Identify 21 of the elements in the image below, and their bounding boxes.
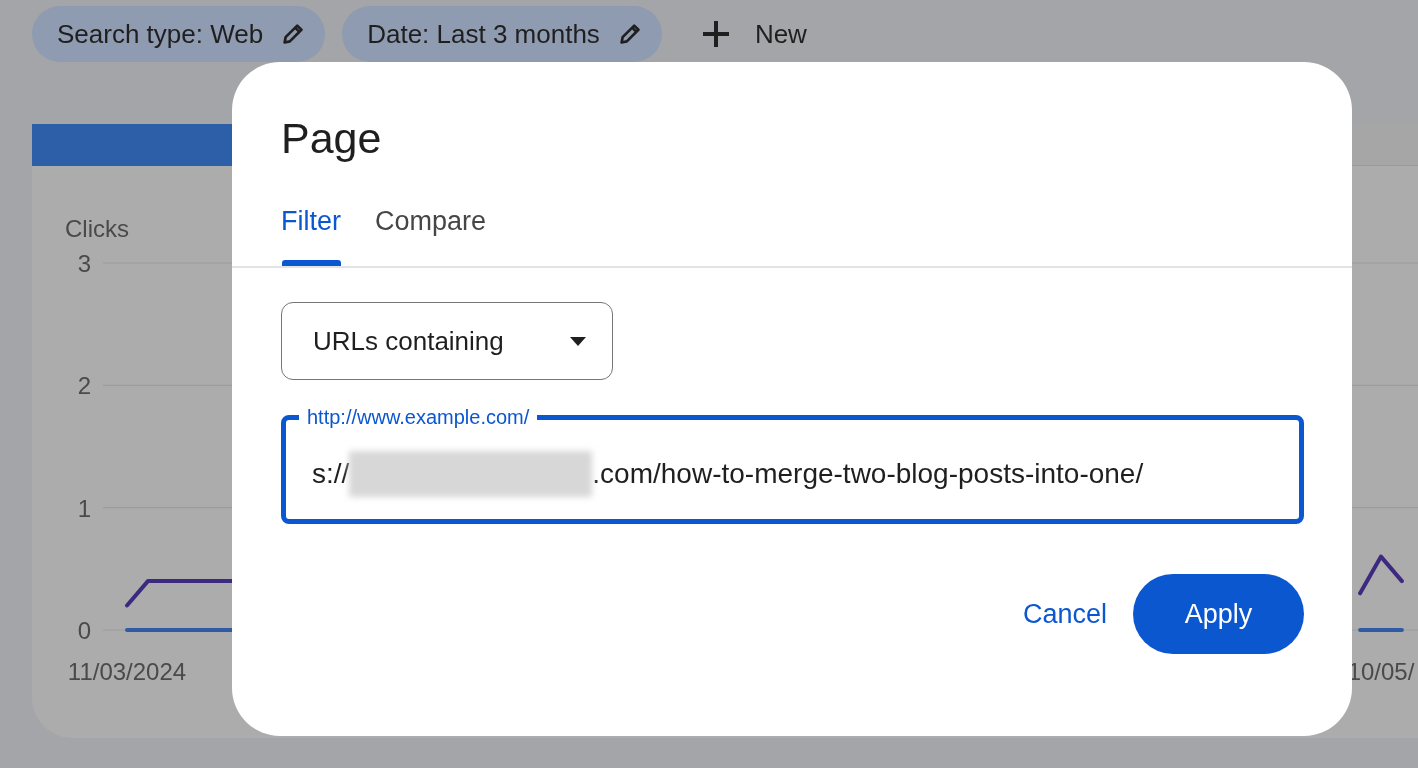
y-axis-label: Clicks	[65, 215, 129, 242]
field-value: s:// .com/how-to-merge-two-blog-posts-into-one/	[312, 450, 1144, 497]
filter-chip[interactable]: Date: Last 3 months	[342, 6, 662, 62]
y-tick-label: 3	[77, 250, 91, 277]
x-tick-label: 11/03/2024	[67, 658, 187, 685]
y-tick-label: 0	[77, 617, 91, 644]
tab[interactable]: Filter	[281, 196, 341, 266]
pencil-icon	[619, 24, 640, 44]
x-tick-label: 10/05/	[1347, 658, 1415, 685]
match-type-dropdown[interactable]: URLs containing	[281, 302, 613, 380]
new-button[interactable]: New	[678, 6, 807, 62]
y-tick-label: 1	[77, 494, 91, 522]
cancel-button[interactable]: Cancel	[1006, 586, 1123, 642]
y-tick-label: 2	[77, 372, 91, 400]
filter-chip[interactable]: Search type: Web	[32, 6, 326, 62]
caret-icon	[570, 336, 586, 346]
plus-icon	[700, 19, 731, 49]
tab[interactable]: Compare	[359, 196, 503, 266]
apply-button[interactable]: Apply	[1133, 574, 1304, 654]
dialog-title: Page	[281, 113, 382, 164]
pencil-icon	[283, 24, 304, 44]
